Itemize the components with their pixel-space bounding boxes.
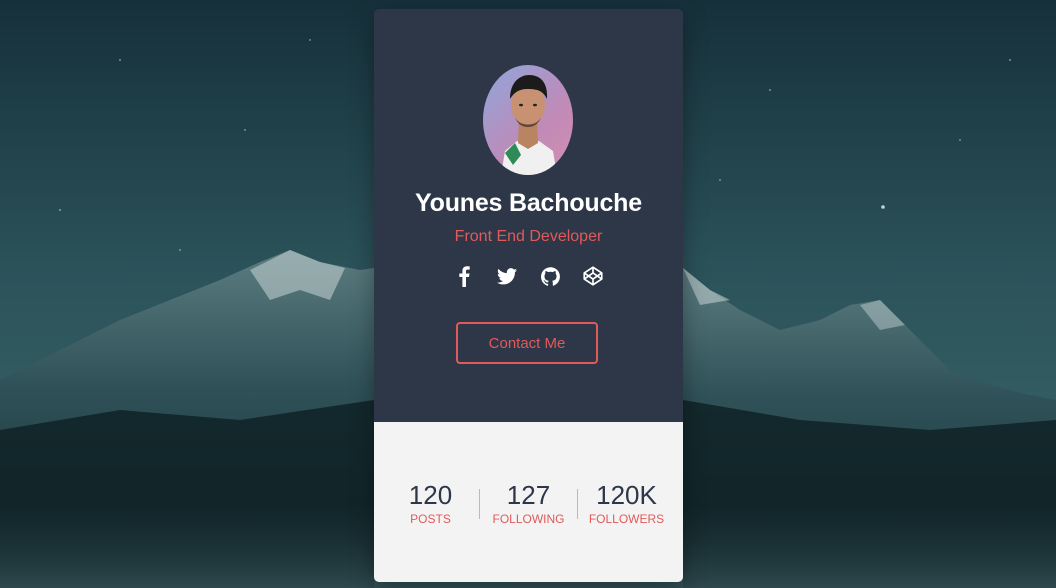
stat-value: 120 bbox=[408, 480, 453, 510]
profile-role: Front End Developer bbox=[454, 228, 603, 245]
profile-card-header: Younes Bachouche Front End Developer Con… bbox=[374, 9, 683, 422]
social-links bbox=[374, 265, 683, 287]
twitter-icon[interactable] bbox=[496, 265, 518, 287]
stat-label: POSTS bbox=[410, 512, 451, 526]
profile-name: Younes Bachouche bbox=[415, 189, 642, 217]
stat-value: 127 bbox=[506, 480, 551, 510]
profile-stats-panel: 120 POSTS 127 FOLLOWING 120K FOLLOWERS bbox=[374, 422, 683, 582]
stat-followers: 120K FOLLOWERS bbox=[578, 480, 675, 527]
github-icon[interactable] bbox=[539, 265, 561, 287]
stat-value: 120K bbox=[596, 480, 657, 510]
stat-label: FOLLOWING bbox=[492, 512, 565, 526]
stat-label: FOLLOWERS bbox=[588, 512, 665, 526]
stat-following: 127 FOLLOWING bbox=[480, 480, 577, 527]
stats-row: 120 POSTS 127 FOLLOWING 120K FOLLOWERS bbox=[382, 480, 675, 527]
profile-card: Younes Bachouche Front End Developer Con… bbox=[374, 9, 683, 582]
user-photo-icon bbox=[501, 75, 557, 175]
avatar bbox=[483, 65, 573, 175]
contact-me-button[interactable]: Contact Me bbox=[456, 322, 598, 364]
facebook-icon[interactable] bbox=[453, 265, 475, 287]
stat-posts: 120 POSTS bbox=[382, 480, 479, 527]
codepen-icon[interactable] bbox=[582, 265, 604, 287]
